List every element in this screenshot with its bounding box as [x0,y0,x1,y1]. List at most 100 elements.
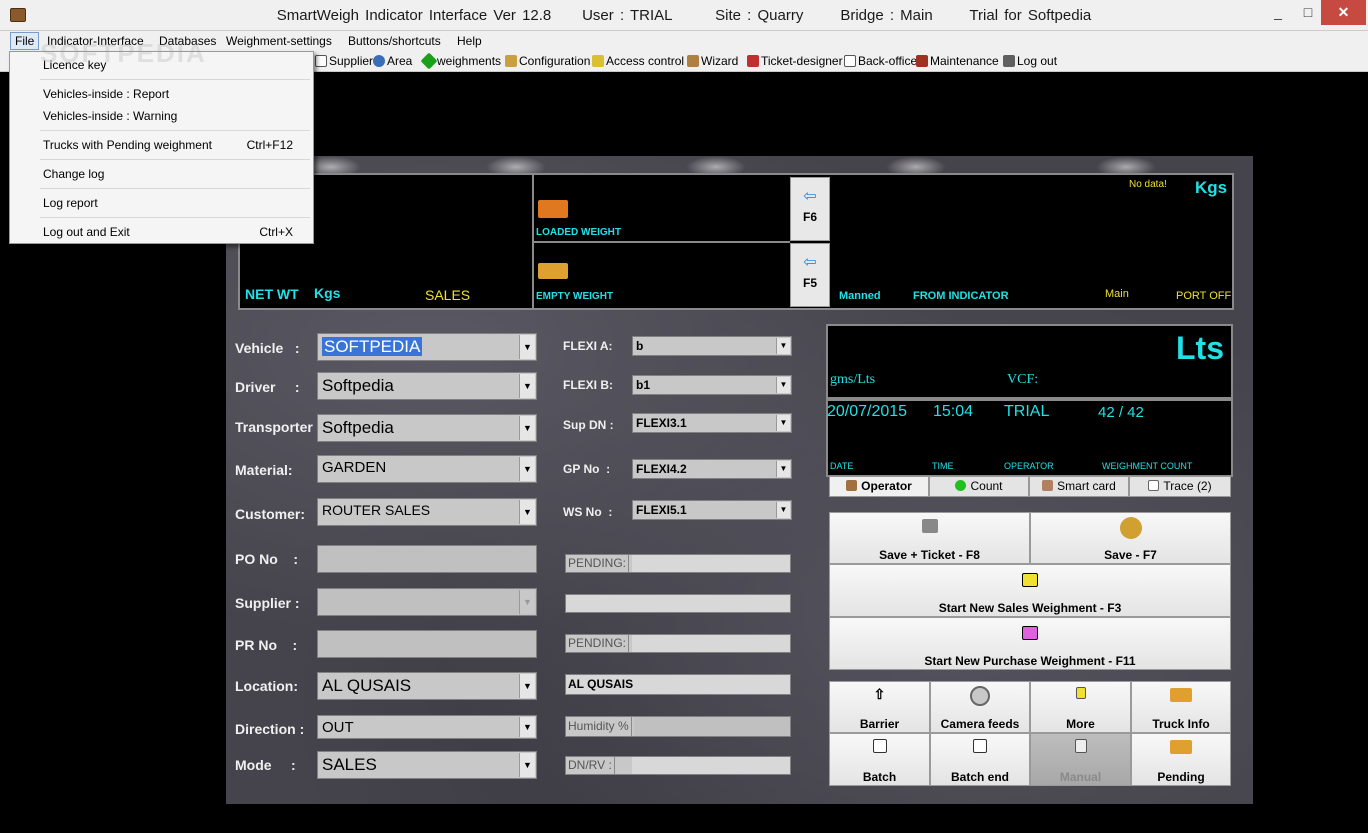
sup-dn-select[interactable]: FLEXI3.1 ▼ [632,413,792,433]
toolbar-access-control[interactable]: Access control [592,54,684,68]
card-icon [1042,480,1054,491]
more-button[interactable]: More [1030,681,1131,733]
menu-item-trucks-pending[interactable]: Trucks with Pending weighment [43,138,212,152]
menu-separator [40,79,310,80]
truck-info-button[interactable]: Truck Info [1131,681,1231,733]
transporter-select[interactable]: Softpedia ▼ [317,414,537,442]
tab-trace[interactable]: Trace (2) [1129,476,1231,497]
material-label: Material: [235,462,293,478]
supplier-select[interactable]: ▼ [317,588,537,616]
chevron-down-icon[interactable]: ▼ [519,457,535,481]
driver-label: Driver : [235,379,300,395]
chevron-down-icon[interactable]: ▼ [776,502,790,518]
menu-item-vehicles-warning[interactable]: Vehicles-inside : Warning [43,109,177,123]
tab-operator[interactable]: Operator [829,476,929,497]
chevron-down-icon[interactable]: ▼ [519,416,535,440]
menu-weighment-settings[interactable]: Weighment-settings [222,33,336,49]
location-select[interactable]: AL QUSAIS ▼ [317,672,537,700]
camera-feeds-button[interactable]: Camera feeds [930,681,1030,733]
flexi-b-label: FLEXI B: [563,378,613,392]
page-icon [844,55,856,67]
pending-button[interactable]: Pending [1131,733,1231,786]
menu-file[interactable]: File [10,32,40,50]
toolbar-wizard[interactable]: Wizard [687,54,738,68]
key-icon [592,55,604,67]
disk-icon [1119,517,1142,539]
chevron-down-icon[interactable]: ▼ [519,753,535,777]
flexi-a-select[interactable]: b ▼ [632,336,792,356]
menu-separator [40,130,310,131]
chevron-down-icon[interactable]: ▼ [776,415,790,431]
direction-select[interactable]: OUT ▼ [317,715,537,739]
batch-end-button[interactable]: Batch end [930,733,1030,786]
material-select[interactable]: GARDEN ▼ [317,455,537,483]
truck-icon [1170,688,1192,702]
gp-no-select[interactable]: FLEXI4.2 ▼ [632,459,792,479]
chevron-down-icon[interactable]: ▼ [519,500,535,524]
chevron-down-icon[interactable]: ▼ [776,338,790,354]
f5-button[interactable]: ⇦ F5 [790,243,830,307]
maximize-button[interactable]: □ [1293,0,1323,25]
po-no-input[interactable] [317,545,537,573]
menu-item-vehicles-report[interactable]: Vehicles-inside : Report [43,87,169,101]
ws-no-select[interactable]: FLEXI5.1 ▼ [632,500,792,520]
empty-truck-icon [538,263,568,279]
flexi-b-select[interactable]: b1 ▼ [632,375,792,395]
toolbar-configuration[interactable]: Configuration [505,54,590,68]
toolbar-ticket-designer[interactable]: Ticket-designer [747,54,843,68]
barrier-button[interactable]: ⇧ Barrier [829,681,930,733]
customer-select[interactable]: ROUTER SALES ▼ [317,498,537,526]
batch-button[interactable]: Batch [829,733,930,786]
dn-rv-field[interactable]: DN/RV : [565,756,791,775]
vehicle-select[interactable]: SOFTPEDIA ▼ [317,333,537,361]
batch-end-icon [973,739,987,753]
toolbar-supplier[interactable]: Supplier [315,54,373,68]
pending-field-2[interactable]: PENDING: [565,634,791,653]
chevron-down-icon[interactable]: ▼ [519,335,535,359]
manual-button[interactable]: Manual [1030,733,1131,786]
tab-smart-card[interactable]: Smart card [1029,476,1129,497]
note-icon [1075,687,1086,699]
start-purchase-weighment-button[interactable]: Start New Purchase Weighment - F11 [829,617,1231,670]
menu-item-log-report[interactable]: Log report [43,196,98,210]
pr-no-input[interactable] [317,630,537,658]
chevron-down-icon[interactable]: ▼ [776,461,790,477]
save-ticket-button[interactable]: Save + Ticket - F8 [829,512,1030,564]
close-button[interactable]: ✕ [1321,0,1366,25]
net-weight-unit: Kgs [314,285,341,301]
minimize-button[interactable]: _ [1263,0,1293,25]
chevron-down-icon[interactable]: ▼ [519,590,535,614]
title-bar: SmartWeigh Indicator Interface Ver 12.8 … [0,0,1368,31]
menu-help[interactable]: Help [453,33,486,49]
chevron-down-icon[interactable]: ▼ [519,374,535,398]
toolbar-back-office[interactable]: Back-office [844,54,917,68]
start-sales-weighment-button[interactable]: Start New Sales Weighment - F3 [829,564,1231,617]
tab-count[interactable]: Count [929,476,1029,497]
globe-icon [373,55,385,67]
ws-no-label: WS No : [563,505,613,519]
menu-item-log-out-exit[interactable]: Log out and Exit [43,225,130,239]
toolbar-log-out[interactable]: Log out [1003,54,1057,68]
chevron-down-icon[interactable]: ▼ [519,674,535,698]
location-text-field[interactable]: AL QUSAIS [565,674,791,695]
menu-buttons-shortcuts[interactable]: Buttons/shortcuts [344,33,445,49]
toolbar-weighments[interactable]: weighments [420,52,501,70]
toolbar-area[interactable]: Area [373,54,412,68]
chevron-down-icon[interactable]: ▼ [519,717,535,737]
operator-icon [846,480,858,491]
chevron-down-icon[interactable]: ▼ [776,377,790,393]
toolbar-maintenance[interactable]: Maintenance [916,54,999,68]
menu-item-change-log[interactable]: Change log [43,167,104,181]
count-label: WEIGHMENT COUNT [1102,461,1193,471]
yellow-eraser-icon [1022,573,1038,587]
menu-separator [40,159,310,160]
humidity-field[interactable]: Humidity % [565,716,791,737]
menu-shortcut: Ctrl+X [259,225,293,239]
blank-field[interactable] [565,594,791,613]
mode-select[interactable]: SALES ▼ [317,751,537,779]
driver-select[interactable]: Softpedia ▼ [317,372,537,400]
pending-field-1[interactable]: PENDING: [565,554,791,573]
save-button[interactable]: Save - F7 [1030,512,1231,564]
mode-indicator: SALES [425,287,471,303]
f6-button[interactable]: ⇦ F6 [790,177,830,241]
